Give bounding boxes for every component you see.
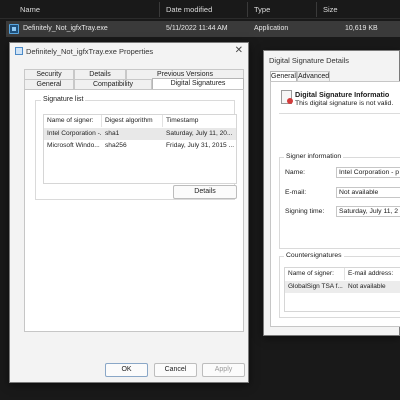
cancel-button[interactable]: Cancel bbox=[154, 363, 197, 377]
file-explorer: Name Date modified Type Size Definitely_… bbox=[0, 0, 400, 40]
signer-name: Intel Corporation -... bbox=[47, 130, 102, 137]
tab-details[interactable]: Details bbox=[74, 69, 126, 79]
file-type: Application bbox=[254, 25, 289, 32]
column-size[interactable]: Size bbox=[323, 5, 338, 14]
column-separator[interactable] bbox=[316, 2, 317, 17]
invalid-certificate-icon bbox=[281, 90, 293, 104]
dialog-title: Definitely_Not_igfxTray.exe Properties bbox=[26, 47, 154, 56]
signature-row[interactable]: Microsoft Windo... sha256 Friday, July 3… bbox=[44, 140, 236, 152]
digital-signatures-panel: Signature list Name of signer: Digest al… bbox=[24, 89, 244, 332]
countersigner-email: Not available bbox=[348, 283, 386, 290]
signature-row[interactable]: Intel Corporation -... sha1 Saturday, Ju… bbox=[44, 128, 236, 140]
column-timestamp[interactable]: Timestamp bbox=[163, 115, 236, 127]
title-bar[interactable]: Definitely_Not_igfxTray.exe Properties ✕ bbox=[10, 43, 248, 60]
column-type[interactable]: Type bbox=[254, 5, 270, 14]
tab-advanced[interactable]: Advanced bbox=[297, 71, 330, 81]
signature-status-text: This digital signature is not valid. bbox=[295, 100, 394, 107]
file-name: Definitely_Not_igfxTray.exe bbox=[23, 25, 108, 32]
close-icon[interactable]: ✕ bbox=[235, 45, 243, 56]
column-digest-algorithm[interactable]: Digest algorithm bbox=[102, 115, 163, 127]
countersignatures-group: Countersignatures Name of signer: E-mail… bbox=[279, 252, 400, 318]
digest-algorithm: sha256 bbox=[105, 142, 127, 149]
properties-icon bbox=[15, 47, 23, 55]
name-field[interactable]: Intel Corporation - p bbox=[336, 167, 400, 178]
countersignatures-label: Countersignatures bbox=[284, 252, 344, 259]
column-date-modified[interactable]: Date modified bbox=[166, 5, 212, 14]
file-date: 5/11/2022 11:44 AM bbox=[166, 25, 228, 32]
details-button[interactable]: Details bbox=[173, 185, 237, 199]
apply-button[interactable]: Apply bbox=[202, 363, 245, 377]
signature-info-title: Digital Signature Informatio bbox=[295, 90, 390, 99]
application-icon bbox=[9, 24, 19, 34]
properties-dialog: Definitely_Not_igfxTray.exe Properties ✕… bbox=[9, 42, 249, 383]
column-separator[interactable] bbox=[159, 2, 160, 17]
details-general-panel: Digital Signature Informatio This digita… bbox=[270, 81, 400, 327]
countersigner-name: GlobalSign TSA f... bbox=[288, 283, 343, 290]
file-size: 10,619 KB bbox=[345, 25, 378, 32]
email-field[interactable]: Not available bbox=[336, 187, 400, 198]
name-label: Name: bbox=[285, 169, 306, 176]
column-email-address[interactable]: E-mail address: bbox=[345, 268, 400, 280]
timestamp: Friday, July 31, 2015 ... bbox=[166, 142, 235, 149]
signature-list-label: Signature list bbox=[41, 96, 86, 103]
signer-information-label: Signer information bbox=[284, 153, 344, 160]
ok-button[interactable]: OK bbox=[105, 363, 148, 377]
divider bbox=[279, 113, 400, 114]
signature-list[interactable]: Name of signer: Digest algorithm Timesta… bbox=[43, 114, 237, 184]
countersignature-row[interactable]: GlobalSign TSA f... Not available bbox=[285, 281, 400, 293]
tab-compatibility[interactable]: Compatibility bbox=[74, 79, 152, 89]
email-label: E-mail: bbox=[285, 189, 307, 196]
column-name[interactable]: Name bbox=[20, 5, 40, 14]
tab-security[interactable]: Security bbox=[24, 69, 74, 79]
tab-general[interactable]: General bbox=[270, 71, 297, 81]
column-separator[interactable] bbox=[247, 2, 248, 17]
tab-strip: Security Details Previous Versions Gener… bbox=[24, 65, 254, 91]
details-dialog-title: Digital Signature Details bbox=[269, 56, 350, 65]
column-name-of-signer[interactable]: Name of signer: bbox=[285, 268, 345, 280]
tab-digital-signatures[interactable]: Digital Signatures bbox=[152, 78, 244, 89]
timestamp: Saturday, July 11, 20... bbox=[166, 130, 233, 137]
file-row[interactable]: Definitely_Not_igfxTray.exe 5/11/2022 11… bbox=[6, 21, 400, 37]
signing-time-label: Signing time: bbox=[285, 208, 325, 215]
signature-details-dialog: Digital Signature Details General Advanc… bbox=[263, 50, 400, 336]
column-name-of-signer[interactable]: Name of signer: bbox=[44, 115, 102, 127]
countersignatures-list[interactable]: Name of signer: E-mail address: GlobalSi… bbox=[284, 267, 400, 312]
signer-name: Microsoft Windo... bbox=[47, 142, 100, 149]
signer-information-group: Signer information Name: Intel Corporati… bbox=[279, 153, 400, 249]
signing-time-field[interactable]: Saturday, July 11, 2 bbox=[336, 206, 400, 217]
tab-general[interactable]: General bbox=[24, 79, 74, 89]
digest-algorithm: sha1 bbox=[105, 130, 120, 137]
column-header-row: Name Date modified Type Size bbox=[0, 0, 400, 19]
